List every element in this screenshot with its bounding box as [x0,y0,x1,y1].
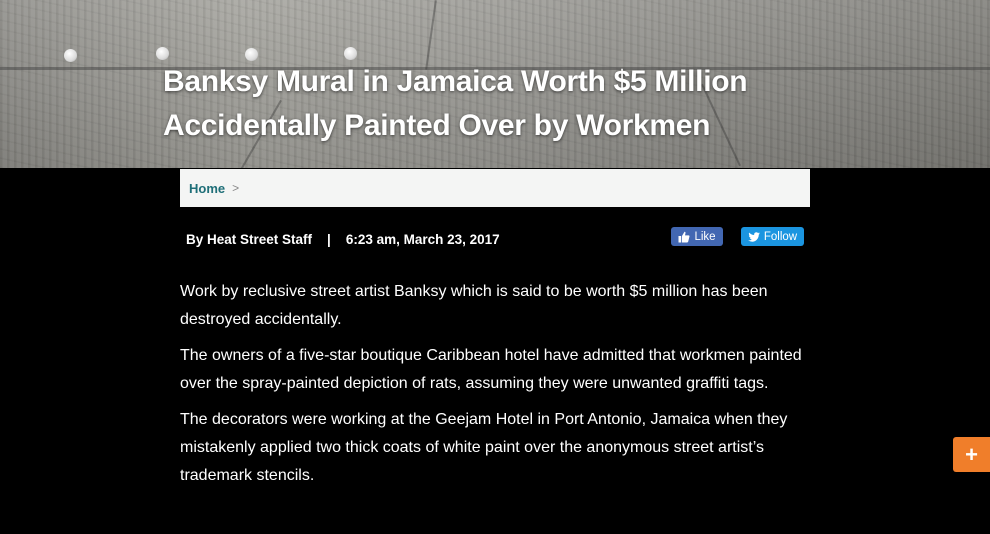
hero-pebble [64,49,77,62]
byline-divider: | [327,231,331,247]
article-body: Work by reclusive street artist Banksy w… [180,278,810,498]
author-name[interactable]: By Heat Street Staff [186,232,312,247]
like-label: Like [694,230,716,243]
article-paragraph: Work by reclusive street artist Banksy w… [180,283,768,328]
publish-timestamp: 6:23 am, March 23, 2017 [345,231,500,247]
thumbs-up-icon [678,231,690,243]
floating-add-button[interactable]: + [953,437,990,472]
hero-pebble [344,47,357,60]
hero-pebble [156,47,169,60]
twitter-follow-button[interactable]: Follow [741,227,804,246]
article-paragraph: The owners of a five-star boutique Carib… [180,347,802,392]
article-byline: By Heat Street Staff | 6:23 am, March 23… [186,229,500,249]
article-paragraph: The decorators were working at the Geeja… [180,411,788,484]
hero-banner: Banksy Mural in Jamaica Worth $5 Million… [0,0,990,168]
article-title: Banksy Mural in Jamaica Worth $5 Million… [163,65,748,142]
twitter-bird-icon [747,231,760,242]
breadcrumb: Home > [180,169,810,207]
breadcrumb-separator: > [232,181,240,195]
follow-label: Follow [763,230,798,243]
facebook-like-button[interactable]: Like [671,227,723,246]
breadcrumb-home-link[interactable]: Home [189,181,225,196]
